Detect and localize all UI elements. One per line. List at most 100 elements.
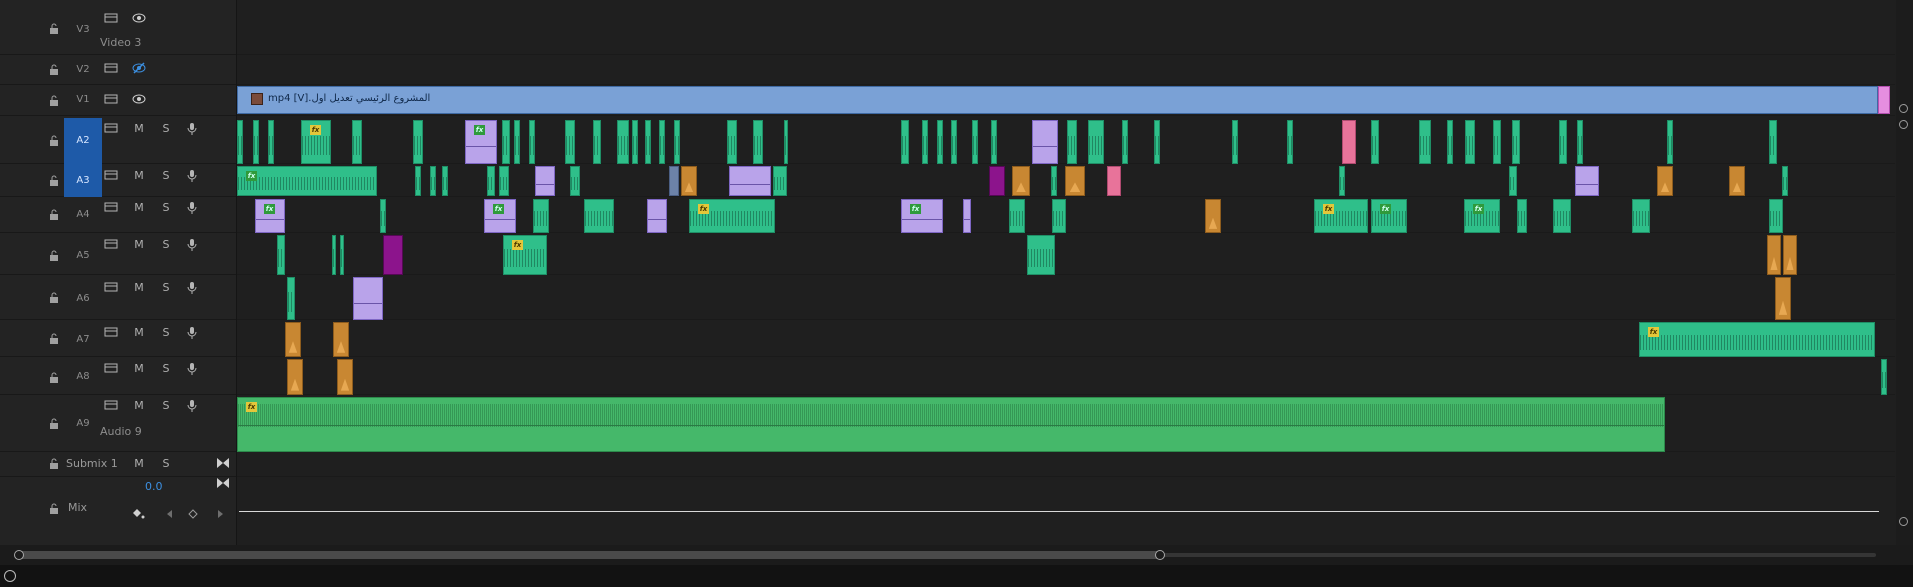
audio-clip[interactable]	[1154, 120, 1160, 164]
lock-icon[interactable]	[48, 250, 60, 262]
track-name-a4[interactable]: A4	[64, 201, 102, 229]
audio-clip[interactable]	[727, 120, 737, 164]
audio-clip[interactable]	[1509, 166, 1517, 196]
lock-icon[interactable]	[48, 95, 60, 107]
audio-clip[interactable]	[669, 166, 679, 196]
audio-clip[interactable]	[1553, 199, 1571, 233]
status-icon[interactable]	[4, 570, 16, 582]
track-name-a6[interactable]: A6	[64, 285, 102, 313]
audio-clip[interactable]	[277, 235, 285, 275]
audio-clip[interactable]: fx	[503, 235, 547, 275]
lock-icon[interactable]	[48, 503, 60, 515]
audio-clip[interactable]	[1027, 235, 1055, 275]
lane-a5[interactable]	[237, 233, 1895, 275]
audio-clip[interactable]: fx	[1639, 322, 1875, 357]
bowtie-icon[interactable]	[216, 457, 230, 469]
audio-clip[interactable]	[353, 277, 383, 320]
audio-clip[interactable]	[502, 120, 510, 164]
audio-clip[interactable]	[1447, 120, 1453, 164]
track-header-a8[interactable]: A8 M S	[0, 357, 236, 395]
track-name-a3[interactable]: A3	[64, 164, 102, 197]
audio-clip[interactable]	[287, 359, 303, 395]
keyframe-icon[interactable]	[186, 508, 200, 520]
mic-icon[interactable]	[187, 237, 197, 251]
lock-icon[interactable]	[48, 333, 60, 345]
track-name-a7[interactable]: A7	[64, 326, 102, 354]
solo-button[interactable]: S	[159, 169, 173, 182]
audio-clip[interactable]	[584, 199, 614, 233]
track-name-a2[interactable]: A2	[64, 118, 102, 164]
audio-clip[interactable]	[659, 120, 665, 164]
track-header-a3[interactable]: A3 M S	[0, 164, 236, 197]
audio-clip[interactable]	[535, 166, 555, 196]
audio-clip[interactable]	[529, 120, 535, 164]
audio-clip[interactable]	[901, 120, 909, 164]
scroll-end-handle-icon[interactable]	[1155, 550, 1165, 560]
lock-icon[interactable]	[48, 135, 60, 147]
audio-clip[interactable]	[1065, 166, 1085, 196]
music-clip[interactable]: fx	[237, 397, 1665, 452]
scroll-handle-icon[interactable]	[1899, 517, 1908, 526]
solo-button[interactable]: S	[159, 122, 173, 135]
audio-clip[interactable]	[1767, 235, 1781, 275]
audio-clip[interactable]: fx	[1314, 199, 1368, 233]
track-header-mix[interactable]: Mix 0.0	[0, 477, 236, 545]
film-icon[interactable]	[104, 122, 118, 134]
film-icon[interactable]	[104, 281, 118, 293]
lane-v3[interactable]	[237, 0, 1895, 55]
track-header-a5[interactable]: A5 M S	[0, 233, 236, 275]
lock-icon[interactable]	[48, 418, 60, 430]
audio-clip[interactable]	[1012, 166, 1030, 196]
audio-clip[interactable]	[285, 322, 301, 357]
audio-clip[interactable]	[1232, 120, 1238, 164]
track-name-a5[interactable]: A5	[64, 242, 102, 270]
track-name-v3[interactable]: V3	[64, 16, 102, 44]
audio-clip[interactable]: fx	[901, 199, 943, 233]
solo-button[interactable]: S	[159, 281, 173, 294]
lock-icon[interactable]	[48, 292, 60, 304]
audio-clip[interactable]	[1657, 166, 1673, 196]
audio-clip[interactable]	[1729, 166, 1745, 196]
solo-button[interactable]: S	[159, 362, 173, 375]
eye-icon[interactable]	[132, 93, 146, 105]
film-icon[interactable]	[104, 399, 118, 411]
audio-clip[interactable]	[1517, 199, 1527, 233]
audio-clip[interactable]	[487, 166, 495, 196]
mic-icon[interactable]	[187, 200, 197, 214]
audio-clip[interactable]	[1371, 120, 1379, 164]
mix-volume-value[interactable]: 0.0	[145, 480, 163, 493]
audio-clip[interactable]: fx	[484, 199, 516, 233]
previous-keyframe-icon[interactable]	[163, 508, 177, 520]
lock-icon[interactable]	[48, 23, 60, 35]
audio-clip[interactable]	[352, 120, 362, 164]
track-name-v1[interactable]: V1	[64, 86, 102, 114]
mic-icon[interactable]	[187, 168, 197, 182]
audio-clip[interactable]	[617, 120, 629, 164]
lock-icon[interactable]	[48, 372, 60, 384]
film-icon[interactable]	[104, 238, 118, 250]
video-clip[interactable]: المشروع الرئيسي تعديل اول.mp4 [V]	[237, 86, 1878, 114]
audio-clip[interactable]	[784, 120, 788, 164]
solo-button[interactable]: S	[159, 326, 173, 339]
lock-icon[interactable]	[48, 209, 60, 221]
mic-icon[interactable]	[187, 121, 197, 135]
audio-clip[interactable]	[972, 120, 978, 164]
audio-clip[interactable]	[937, 120, 943, 164]
lock-icon[interactable]	[48, 458, 60, 470]
audio-clip[interactable]: fx	[689, 199, 775, 233]
audio-clip[interactable]: fx	[465, 120, 497, 164]
audio-clip[interactable]	[1032, 120, 1058, 164]
audio-clip[interactable]	[632, 120, 638, 164]
audio-clip[interactable]	[1339, 166, 1345, 196]
audio-clip[interactable]	[1493, 120, 1501, 164]
eye-disabled-icon[interactable]	[132, 62, 146, 74]
lane-a6[interactable]	[237, 275, 1895, 320]
audio-clip[interactable]	[989, 166, 1005, 196]
audio-clip[interactable]	[1769, 199, 1783, 233]
audio-clip[interactable]	[253, 120, 259, 164]
audio-clip[interactable]	[753, 120, 763, 164]
audio-clip[interactable]	[533, 199, 549, 233]
track-header-v2[interactable]: V2	[0, 55, 236, 85]
audio-clip[interactable]	[332, 235, 336, 275]
audio-clip[interactable]	[442, 166, 448, 196]
